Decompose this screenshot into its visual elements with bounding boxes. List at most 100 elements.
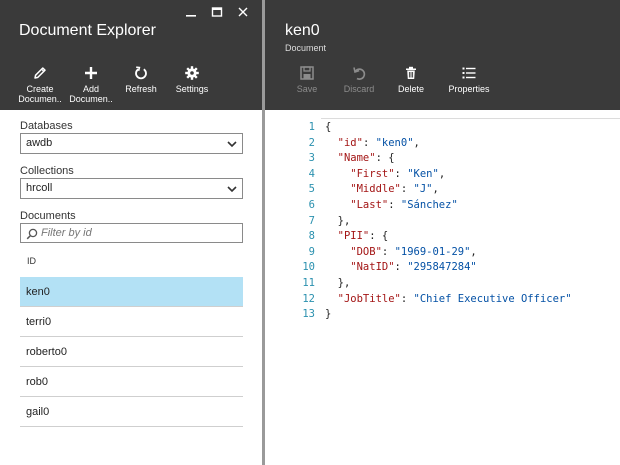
- json-punctuation: :: [394, 261, 408, 274]
- json-string: "Chief Executive Officer": [413, 292, 572, 305]
- code-text: "Last": "Sánchez": [325, 198, 458, 213]
- code-text: "Name": {: [325, 151, 395, 166]
- json-editor[interactable]: 1 {2 "id": "ken0", 3 "Name": { 4 "First": "…: [265, 110, 620, 465]
- json-key: "DOB": [325, 245, 382, 258]
- line-number: 6: [308, 199, 315, 211]
- json-string: "Sánchez": [400, 199, 458, 211]
- code-text: "NatID": "295847284": [325, 260, 477, 275]
- settings-button[interactable]: Settings: [166, 64, 218, 104]
- document-row-roberto0[interactable]: roberto0: [20, 337, 243, 367]
- databases-label: Databases: [20, 120, 73, 132]
- right-blade-header: ken0 Document Save Discard Delete Proper…: [265, 0, 620, 110]
- line-number: 4: [308, 167, 315, 180]
- left-toolbar: Create Documen.. Add Documen.. Refresh S…: [14, 64, 218, 104]
- line-number: 1: [308, 121, 315, 133]
- json-punctuation: ,: [438, 167, 446, 180]
- line-number: 5: [308, 183, 315, 196]
- document-id: gail0: [26, 406, 50, 418]
- window-controls: [178, 3, 256, 21]
- code-text: "First": "Ken",: [325, 167, 445, 182]
- save-label: Save: [296, 84, 318, 94]
- code-text: "Middle": "J",: [325, 182, 439, 197]
- document-row-terri0[interactable]: terri0: [20, 307, 243, 337]
- document-id: ken0: [26, 286, 50, 298]
- document-row-rob0[interactable]: rob0: [20, 367, 243, 397]
- undo-icon: [353, 67, 366, 80]
- json-punctuation: }: [325, 308, 332, 321]
- code-text: "PII": {: [325, 229, 389, 244]
- collections-value: hrcoll: [26, 182, 53, 194]
- right-toolbar: Save Discard Delete Properties: [287, 64, 495, 94]
- document-title: ken0: [285, 22, 320, 39]
- databases-dropdown[interactable]: awdb: [20, 133, 243, 154]
- document-explorer-blade: Document Explorer Create Documen.. Add D…: [0, 0, 262, 465]
- json-key: "NatID": [325, 261, 395, 274]
- line-number: 7: [308, 214, 315, 227]
- minimize-button[interactable]: [178, 3, 204, 21]
- line-number: 2: [308, 136, 315, 149]
- refresh-button[interactable]: Refresh: [116, 64, 166, 104]
- code-text: },: [325, 214, 351, 229]
- settings-label: Settings: [175, 84, 209, 94]
- document-row-gail0[interactable]: gail0: [20, 397, 243, 427]
- json-string: "ken0": [375, 136, 414, 149]
- filter-input[interactable]: [41, 226, 236, 240]
- add-document-button[interactable]: Add Documen..: [66, 64, 116, 104]
- json-key: "Last": [325, 199, 389, 211]
- json-key: "PII": [325, 230, 370, 243]
- pencil-icon: [34, 67, 46, 79]
- document-id: terri0: [26, 316, 52, 328]
- json-punctuation: : {: [375, 152, 395, 165]
- json-punctuation: },: [325, 277, 351, 289]
- json-punctuation: :: [394, 167, 408, 180]
- trash-icon: [406, 66, 416, 79]
- line-number: 8: [308, 230, 315, 243]
- close-button[interactable]: [230, 3, 256, 21]
- discard-label: Discard: [343, 84, 375, 94]
- delete-button[interactable]: Delete: [391, 64, 431, 94]
- blade-title: Document Explorer: [19, 22, 156, 39]
- json-punctuation: {: [325, 121, 332, 133]
- line-number: 3: [308, 152, 315, 165]
- json-string: "Ken": [407, 167, 439, 180]
- line-number: 10: [302, 261, 315, 274]
- gear-icon: [185, 66, 199, 80]
- document-subtitle: Document: [285, 43, 327, 53]
- line-number: 9: [308, 245, 315, 258]
- search-icon: [26, 228, 38, 240]
- document-list: ken0 terri0 roberto0 rob0 gail0: [20, 277, 243, 427]
- add-document-label: Add Documen..: [69, 84, 113, 104]
- create-document-label: Create Documen..: [18, 84, 62, 104]
- filter-box: [20, 223, 243, 243]
- collections-label: Collections: [20, 165, 74, 177]
- discard-button[interactable]: Discard: [337, 64, 381, 94]
- documents-label: Documents: [20, 210, 76, 222]
- code-text: }: [325, 307, 331, 322]
- json-punctuation: :: [388, 199, 401, 211]
- document-id: roberto0: [26, 346, 67, 358]
- json-punctuation: :: [381, 245, 395, 258]
- properties-label: Properties: [448, 84, 490, 94]
- code-text: {: [325, 120, 331, 135]
- json-key: "id": [325, 136, 363, 149]
- maximize-icon: [211, 7, 223, 17]
- databases-value: awdb: [26, 137, 53, 149]
- save-button[interactable]: Save: [287, 64, 327, 94]
- maximize-button[interactable]: [204, 3, 230, 21]
- code-text: "DOB": "1969-01-29",: [325, 245, 476, 260]
- code-text: "JobTitle": "Chief Executive Officer": [325, 292, 572, 307]
- create-document-button[interactable]: Create Documen..: [14, 64, 66, 104]
- json-string: "295847284": [407, 261, 477, 274]
- document-row-ken0[interactable]: ken0: [20, 277, 243, 307]
- properties-button[interactable]: Properties: [443, 64, 495, 94]
- json-punctuation: : {: [369, 230, 389, 243]
- json-punctuation: ,: [432, 183, 439, 196]
- json-punctuation: :: [400, 292, 414, 305]
- json-string: "1969-01-29": [394, 245, 471, 258]
- close-icon: [238, 7, 248, 17]
- refresh-label: Refresh: [125, 84, 157, 94]
- collections-dropdown[interactable]: hrcoll: [20, 178, 243, 199]
- refresh-icon: [135, 66, 147, 80]
- json-string: "J": [413, 183, 433, 196]
- chevron-down-icon: [227, 141, 237, 148]
